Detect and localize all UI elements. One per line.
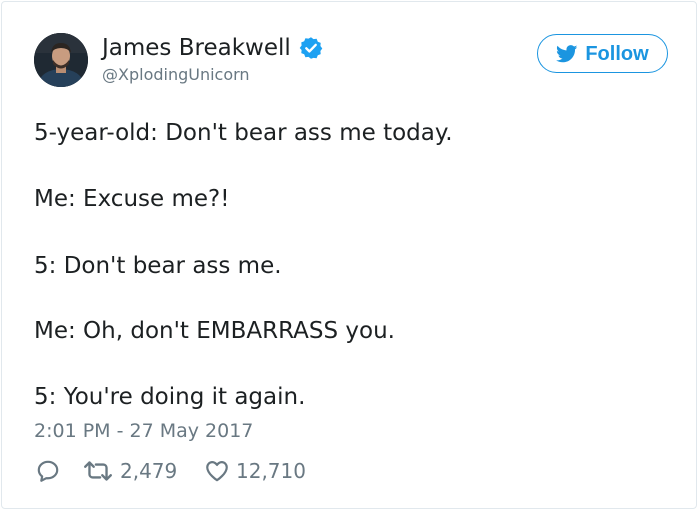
like-count: 12,710 <box>236 459 306 483</box>
reply-button[interactable] <box>35 458 61 484</box>
retweet-button[interactable]: 2,479 <box>82 458 177 484</box>
reply-icon <box>37 460 59 482</box>
author-name-row: James Breakwell <box>102 34 323 62</box>
twitter-bird-icon <box>556 44 578 62</box>
follow-button[interactable]: Follow <box>537 34 668 73</box>
tweet-text-line-2: Me: Excuse me?! <box>34 186 230 212</box>
avatar-photo <box>34 33 88 87</box>
avatar[interactable] <box>34 33 88 87</box>
tweet-text-line-4: Me: Oh, don't EMBARRASS you. <box>34 318 395 344</box>
author-display-name[interactable]: James Breakwell <box>102 34 291 62</box>
retweet-icon <box>84 461 112 481</box>
tweet-timestamp[interactable]: 2:01 PM - 27 May 2017 <box>34 420 253 442</box>
retweet-count: 2,479 <box>120 459 178 483</box>
tweet-text-line-1: 5-year-old: Don't bear ass me today. <box>34 120 453 146</box>
like-button[interactable]: 12,710 <box>204 458 306 484</box>
author-handle[interactable]: @XplodingUnicorn <box>102 65 250 85</box>
heart-icon <box>206 461 228 482</box>
follow-button-label: Follow <box>585 42 649 65</box>
tweet-text-line-3: 5: Don't bear ass me. <box>34 253 282 279</box>
verified-badge-icon <box>299 37 323 59</box>
tweet-text-line-5: 5: You're doing it again. <box>34 384 306 410</box>
tweet-card: James Breakwell @XplodingUnicorn Follow … <box>1 1 697 509</box>
